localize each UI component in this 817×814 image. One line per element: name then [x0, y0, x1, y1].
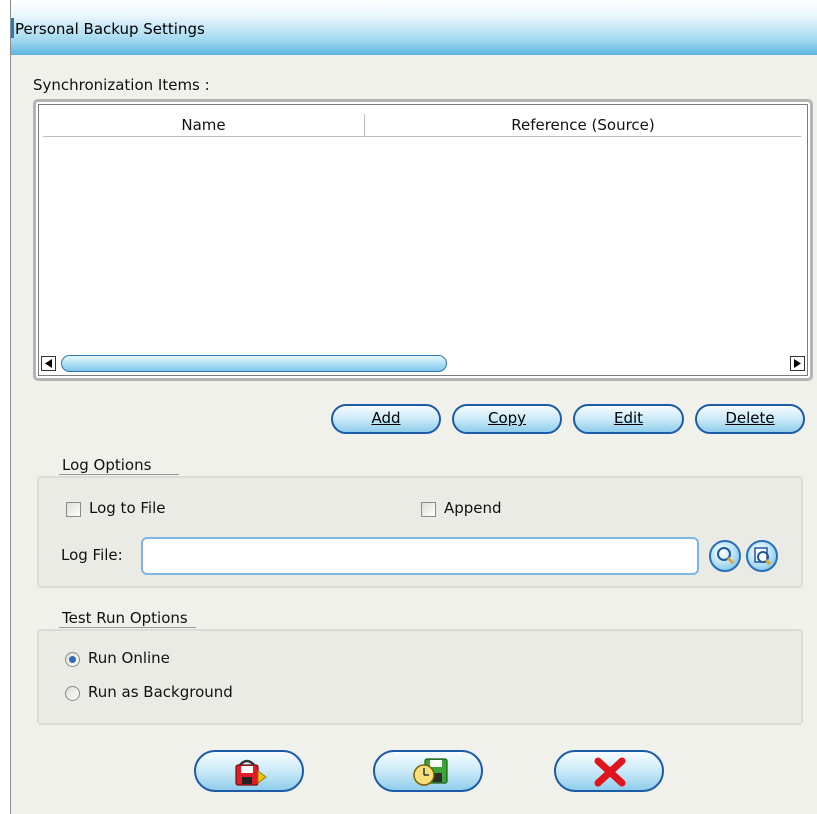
sync-items-label: Synchronization Items : [33, 76, 210, 94]
edit-button-label: Edit [613, 409, 644, 427]
test-run-underline [59, 627, 196, 628]
cancel-x-icon [594, 757, 626, 787]
view-log-file-icon[interactable] [746, 540, 778, 572]
scrollbar-thumb[interactable] [61, 355, 447, 372]
log-options-title: Log Options [61, 456, 153, 474]
delete-button-label: Delete [725, 409, 775, 427]
sync-items-list[interactable]: Name Reference (Source) [33, 99, 813, 381]
arrow-left-icon [45, 359, 52, 368]
title-accent [11, 18, 14, 38]
schedule-disk-icon [413, 758, 448, 786]
schedule-button[interactable] [373, 750, 483, 792]
edit-button[interactable]: Edit [573, 404, 684, 434]
run-background-radio[interactable] [65, 686, 80, 701]
append-checkbox[interactable] [421, 502, 436, 517]
log-file-label: Log File: [61, 546, 123, 564]
run-online-radio[interactable] [65, 652, 80, 667]
copy-button-label: Copy [487, 409, 527, 427]
append-label[interactable]: Append [444, 499, 502, 517]
cancel-button[interactable] [554, 750, 664, 792]
scroll-left-button[interactable] [41, 356, 56, 371]
test-run-group [37, 629, 803, 725]
log-file-input[interactable] [141, 537, 699, 575]
column-header-reference[interactable]: Reference (Source) [365, 114, 801, 137]
sync-items-list-body[interactable]: Name Reference (Source) [38, 104, 808, 376]
save-backup-button[interactable] [194, 750, 304, 792]
horizontal-scrollbar[interactable] [39, 353, 807, 375]
arrow-right-icon [794, 359, 801, 368]
log-to-file-checkbox[interactable] [66, 502, 81, 517]
column-header-name[interactable]: Name [43, 114, 365, 137]
dialog-window: Personal Backup Settings Synchronization… [10, 0, 817, 814]
add-button[interactable]: Add [331, 404, 441, 434]
backup-save-icon [235, 759, 267, 786]
title-bar[interactable]: Personal Backup Settings [11, 0, 817, 55]
window-title: Personal Backup Settings [15, 20, 205, 38]
scroll-right-button[interactable] [790, 356, 805, 371]
run-background-label[interactable]: Run as Background [88, 683, 233, 701]
test-run-title: Test Run Options [61, 609, 189, 627]
add-button-label: Add [371, 409, 401, 427]
radio-selected-dot [69, 656, 76, 663]
log-options-underline [59, 474, 179, 475]
run-online-label[interactable]: Run Online [88, 649, 170, 667]
log-to-file-label[interactable]: Log to File [89, 499, 166, 517]
delete-button[interactable]: Delete [695, 404, 805, 434]
browse-log-file-icon[interactable] [709, 540, 741, 572]
copy-button[interactable]: Copy [452, 404, 562, 434]
